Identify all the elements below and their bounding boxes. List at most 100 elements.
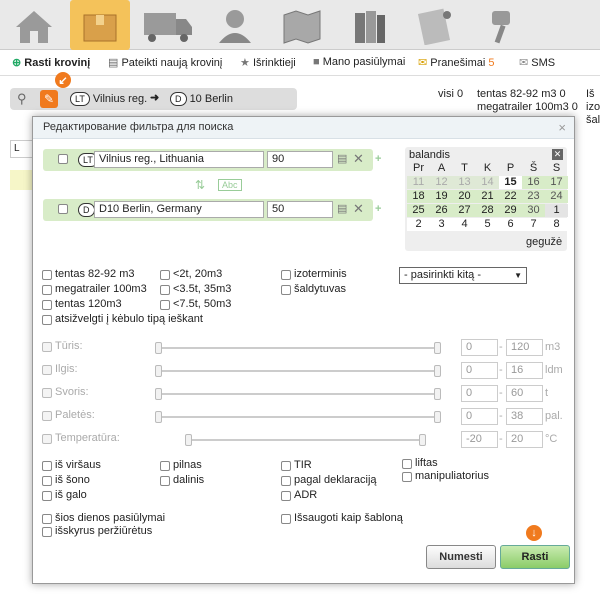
favorites-link[interactable]: ★ Išrinktieji: [240, 56, 296, 69]
body-type-select[interactable]: - pasirinkti kitą - ▼: [399, 267, 527, 284]
range-checkbox[interactable]: [42, 365, 52, 375]
to-place-input[interactable]: D10 Berlin, Germany: [94, 201, 264, 218]
manipulator-checkbox[interactable]: [402, 472, 412, 482]
range-min-input[interactable]: -20: [461, 431, 498, 448]
calendar-day[interactable]: 20: [453, 190, 476, 203]
calendar-day[interactable]: 22: [499, 190, 522, 203]
calendar-day[interactable]: 13: [453, 176, 476, 189]
range-max-input[interactable]: 38: [506, 408, 543, 425]
documents-tab[interactable]: [405, 3, 465, 47]
calendar-day[interactable]: 18: [407, 190, 430, 203]
my-offers-link[interactable]: ■ Mano pasiūlymai: [313, 56, 405, 68]
range-max-input[interactable]: 20: [506, 431, 543, 448]
add-to-icon[interactable]: +: [375, 203, 381, 215]
from-place-input[interactable]: Vilnius reg., Lithuania: [94, 151, 264, 168]
range-min-handle[interactable]: [185, 434, 192, 446]
range-min-handle[interactable]: [155, 388, 162, 400]
range-max-handle[interactable]: [434, 388, 441, 400]
cargo-tab[interactable]: [70, 0, 130, 50]
calendar-day[interactable]: 23: [522, 190, 545, 203]
calendar-day[interactable]: 4: [453, 218, 476, 231]
calendar-day[interactable]: 19: [430, 190, 453, 203]
map-tab[interactable]: [272, 3, 332, 47]
load-side-checkbox[interactable]: [42, 476, 52, 486]
notifications-link[interactable]: ✉ Pranešimai 5: [418, 56, 495, 69]
today-offers-checkbox[interactable]: [42, 514, 52, 524]
to-clear-icon[interactable]: ✕: [353, 201, 364, 217]
sms-link[interactable]: ✉ SMS: [519, 56, 555, 69]
body-type-checkbox-8[interactable]: [281, 285, 291, 295]
calendar-next-month[interactable]: gegužė: [526, 236, 562, 248]
swap-icon[interactable]: ⇅: [195, 178, 205, 192]
to-radius-input[interactable]: 50: [267, 201, 333, 218]
books-tab[interactable]: [339, 3, 399, 47]
body-type-checkbox-3[interactable]: [42, 300, 52, 310]
home-tab[interactable]: [4, 3, 64, 47]
range-max-handle[interactable]: [434, 365, 441, 377]
to-list-icon[interactable]: ▤: [337, 202, 347, 215]
range-min-handle[interactable]: [155, 342, 162, 354]
range-max-handle[interactable]: [419, 434, 426, 446]
profile-tab[interactable]: [205, 3, 265, 47]
range-max-input[interactable]: 60: [506, 385, 543, 402]
tir-checkbox[interactable]: [281, 461, 291, 471]
close-icon[interactable]: ×: [558, 120, 566, 135]
calendar-day[interactable]: 5: [476, 218, 499, 231]
calendar-day[interactable]: 14: [476, 176, 499, 189]
truck-tab[interactable]: [137, 3, 197, 47]
range-min-handle[interactable]: [155, 411, 162, 423]
range-min-input[interactable]: 0: [461, 385, 498, 402]
edit-filter-icon[interactable]: ✎: [40, 90, 58, 108]
calendar-day[interactable]: 1: [545, 204, 568, 217]
to-checkbox[interactable]: [58, 204, 68, 214]
calendar-day[interactable]: 24: [545, 190, 568, 203]
range-max-handle[interactable]: [434, 411, 441, 423]
load-back-checkbox[interactable]: [42, 491, 52, 501]
calendar-day[interactable]: 12: [430, 176, 453, 189]
adr-checkbox[interactable]: [281, 491, 291, 501]
lift-checkbox[interactable]: [402, 459, 412, 469]
case-toggle[interactable]: Abc: [218, 179, 242, 191]
post-cargo-link[interactable]: ▤ Pateikti naują krovinį: [108, 56, 222, 69]
calendar-day[interactable]: 8: [545, 218, 568, 231]
cancel-button[interactable]: Numesti: [426, 545, 496, 569]
calendar-day[interactable]: 30: [522, 204, 545, 217]
calendar-day[interactable]: 16: [522, 176, 545, 189]
calendar-day[interactable]: 3: [430, 218, 453, 231]
declaration-checkbox[interactable]: [281, 476, 291, 486]
body-type-checkbox-6[interactable]: [160, 300, 170, 310]
range-min-input[interactable]: 0: [461, 362, 498, 379]
calendar-close-icon[interactable]: ✕: [552, 149, 563, 160]
body-type-checkbox-5[interactable]: [160, 285, 170, 295]
range-checkbox[interactable]: [42, 434, 52, 444]
calendar-day[interactable]: 26: [430, 204, 453, 217]
consider-body-checkbox[interactable]: [42, 315, 52, 325]
body-type-checkbox-7[interactable]: [281, 270, 291, 280]
load-top-checkbox[interactable]: [42, 461, 52, 471]
search-button[interactable]: Rasti: [500, 545, 570, 569]
body-type-checkbox-4[interactable]: [160, 270, 170, 280]
from-list-icon[interactable]: ▤: [337, 152, 347, 165]
range-checkbox[interactable]: [42, 342, 52, 352]
calendar-day[interactable]: 2: [407, 218, 430, 231]
calendar-day[interactable]: 11: [407, 176, 430, 189]
range-max-input[interactable]: 120: [506, 339, 543, 356]
range-checkbox[interactable]: [42, 388, 52, 398]
calendar-day[interactable]: 29: [499, 204, 522, 217]
partial-load-checkbox[interactable]: [160, 476, 170, 486]
range-min-input[interactable]: 0: [461, 408, 498, 425]
find-cargo-link[interactable]: ⊕ Rasti krovinį: [12, 56, 90, 69]
body-type-checkbox-1[interactable]: [42, 270, 52, 280]
calendar-day[interactable]: 15: [499, 176, 522, 189]
calendar-day[interactable]: 25: [407, 204, 430, 217]
tools-tab[interactable]: [472, 3, 532, 47]
calendar-day[interactable]: 6: [499, 218, 522, 231]
range-max-input[interactable]: 16: [506, 362, 543, 379]
exclude-viewed-checkbox[interactable]: [42, 527, 52, 537]
from-radius-input[interactable]: 90: [267, 151, 333, 168]
calendar-day[interactable]: 27: [453, 204, 476, 217]
full-load-checkbox[interactable]: [160, 461, 170, 471]
from-clear-icon[interactable]: ✕: [353, 151, 364, 167]
add-from-icon[interactable]: +: [375, 153, 381, 165]
range-min-handle[interactable]: [155, 365, 162, 377]
